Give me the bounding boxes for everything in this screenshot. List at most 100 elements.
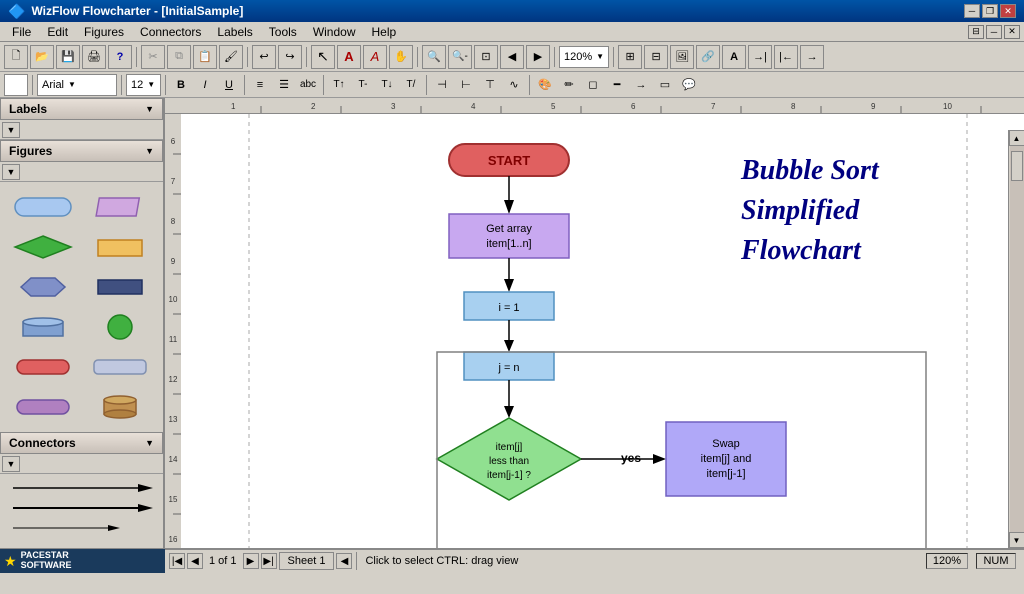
zoom-fit-button[interactable]: ⊡ (474, 45, 498, 69)
bold-button[interactable]: B (170, 75, 192, 95)
grid-button[interactable]: ⊞ (618, 45, 642, 69)
label-style-button[interactable]: A (722, 45, 746, 69)
menu-figures[interactable]: Figures (76, 22, 132, 41)
line-curve-button[interactable]: ∿ (503, 75, 525, 95)
cut-button[interactable]: ✂ (141, 45, 165, 69)
line-center-button[interactable]: ⊢ (455, 75, 477, 95)
page-prev-button[interactable]: ◀ (187, 553, 203, 569)
menu-help[interactable]: Help (364, 22, 405, 41)
drag-tool[interactable]: ✋ (389, 45, 413, 69)
page-add-button[interactable]: ◀ (336, 553, 352, 569)
undo-button[interactable]: ↩ (252, 45, 276, 69)
line-left-button[interactable]: ⊣ (431, 75, 453, 95)
figure-rounded-rect[interactable] (8, 190, 79, 224)
connector-lib-button[interactable]: 🔗 (696, 45, 720, 69)
nav-back-button[interactable]: |← (774, 45, 798, 69)
scroll-thumb[interactable] (1011, 151, 1023, 181)
save-button[interactable]: 💾 (56, 45, 80, 69)
page-first-button[interactable]: |◀ (169, 553, 185, 569)
menu-labels[interactable]: Labels (209, 22, 260, 41)
callout-button[interactable]: 💬 (678, 75, 700, 95)
connector-plain-arrow[interactable] (8, 480, 155, 496)
format-copy-button[interactable]: 🖌 (219, 45, 243, 69)
figure-lib-button[interactable]: 🖼 (670, 45, 694, 69)
align-center-button[interactable]: ☰ (273, 75, 295, 95)
figures-section-header[interactable]: Figures ▼ (0, 140, 163, 162)
select-tool[interactable]: ↖ (311, 45, 335, 69)
redo-button[interactable]: ↪ (278, 45, 302, 69)
text-tool[interactable]: A (363, 45, 387, 69)
shadow-button[interactable]: ◻ (582, 75, 604, 95)
mdi-restore-button[interactable]: ⊟ (968, 25, 984, 39)
figure-cylinder[interactable] (8, 310, 79, 344)
minimize-button[interactable]: ─ (964, 4, 980, 18)
snap-button[interactable]: ⊟ (644, 45, 668, 69)
nav-forward-button[interactable]: →| (748, 45, 772, 69)
mdi-minimize-button[interactable]: ─ (986, 25, 1002, 39)
line-color-button[interactable]: ✏ (558, 75, 580, 95)
text-top-button[interactable]: T↑ (328, 75, 350, 95)
new-button[interactable]: 🗋 (4, 45, 28, 69)
menu-edit[interactable]: Edit (39, 22, 76, 41)
figure-drum[interactable] (85, 390, 156, 424)
zoom-prev-button[interactable]: ◀ (500, 45, 524, 69)
connectors-section-header[interactable]: Connectors ▼ (0, 432, 163, 454)
italic-button[interactable]: I (194, 75, 216, 95)
labels-section-header[interactable]: Labels ▼ (0, 98, 163, 120)
figure-cloud[interactable] (85, 350, 156, 384)
text-angle-button[interactable]: T/ (400, 75, 422, 95)
connector-short-arrow[interactable] (8, 520, 155, 536)
scroll-track[interactable] (1010, 146, 1024, 532)
text-block-tool[interactable]: A (337, 45, 361, 69)
line-right-button[interactable]: ⊤ (479, 75, 501, 95)
labels-config-button[interactable]: ▼ (2, 122, 20, 138)
figure-terminal[interactable] (8, 350, 79, 384)
text-mid-button[interactable]: T- (352, 75, 374, 95)
color-swatch[interactable] (4, 74, 28, 96)
connectors-config-button[interactable]: ▼ (2, 456, 20, 472)
menu-connectors[interactable]: Connectors (132, 22, 209, 41)
figure-parallelogram[interactable] (85, 190, 156, 224)
menu-window[interactable]: Window (305, 22, 364, 41)
page-last-button[interactable]: ▶| (261, 553, 277, 569)
font-dropdown[interactable]: Arial ▼ (37, 74, 117, 96)
canvas-inner[interactable]: Bubble Sort Simplified Flowchart START G… (181, 114, 1024, 548)
vertical-scrollbar[interactable]: ▲ ▼ (1008, 130, 1024, 548)
copy-button[interactable]: ⧉ (167, 45, 191, 69)
canvas-area[interactable]: 1 2 3 4 5 6 7 8 9 10 (165, 98, 1024, 548)
nav-next-button[interactable]: → (800, 45, 824, 69)
font-plain-button[interactable]: abc (297, 75, 319, 95)
figure-diamond[interactable] (8, 230, 79, 264)
help-icon-button[interactable]: ? (108, 45, 132, 69)
zoom-next-button[interactable]: ▶ (526, 45, 550, 69)
mdi-close-button[interactable]: ✕ (1004, 25, 1020, 39)
zoom-dropdown[interactable]: 120% ▼ (559, 46, 609, 68)
scroll-down-button[interactable]: ▼ (1009, 532, 1024, 548)
paste-button[interactable]: 📋 (193, 45, 217, 69)
close-button[interactable]: ✕ (1000, 4, 1016, 18)
underline-button[interactable]: U (218, 75, 240, 95)
print-button[interactable]: 🖨 (82, 45, 106, 69)
menu-tools[interactable]: Tools (261, 22, 305, 41)
line-width-button[interactable]: ━ (606, 75, 628, 95)
scroll-up-button[interactable]: ▲ (1009, 130, 1024, 146)
zoom-out-button[interactable]: 🔍- (448, 45, 472, 69)
figure-hexagon[interactable] (8, 270, 79, 304)
figures-config-button[interactable]: ▼ (2, 164, 20, 180)
connector-double-arrow[interactable] (8, 500, 155, 516)
figure-circle[interactable] (85, 310, 156, 344)
restore-button[interactable]: ❐ (982, 4, 998, 18)
page-next-button[interactable]: ▶ (243, 553, 259, 569)
figure-rounded-rect-purple[interactable] (8, 390, 79, 424)
figure-rect-orange[interactable] (85, 230, 156, 264)
page-tab[interactable]: Sheet 1 (279, 552, 335, 570)
figure-rect-dark[interactable] (85, 270, 156, 304)
fill-color-button[interactable]: 🎨 (534, 75, 556, 95)
font-size-dropdown[interactable]: 12 ▼ (126, 74, 161, 96)
align-left-button[interactable]: ≡ (249, 75, 271, 95)
zoom-in-button[interactable]: 🔍 (422, 45, 446, 69)
menu-file[interactable]: File (4, 22, 39, 41)
open-button[interactable]: 📂 (30, 45, 54, 69)
no-line-button[interactable]: ▭ (654, 75, 676, 95)
text-bot-button[interactable]: T↓ (376, 75, 398, 95)
